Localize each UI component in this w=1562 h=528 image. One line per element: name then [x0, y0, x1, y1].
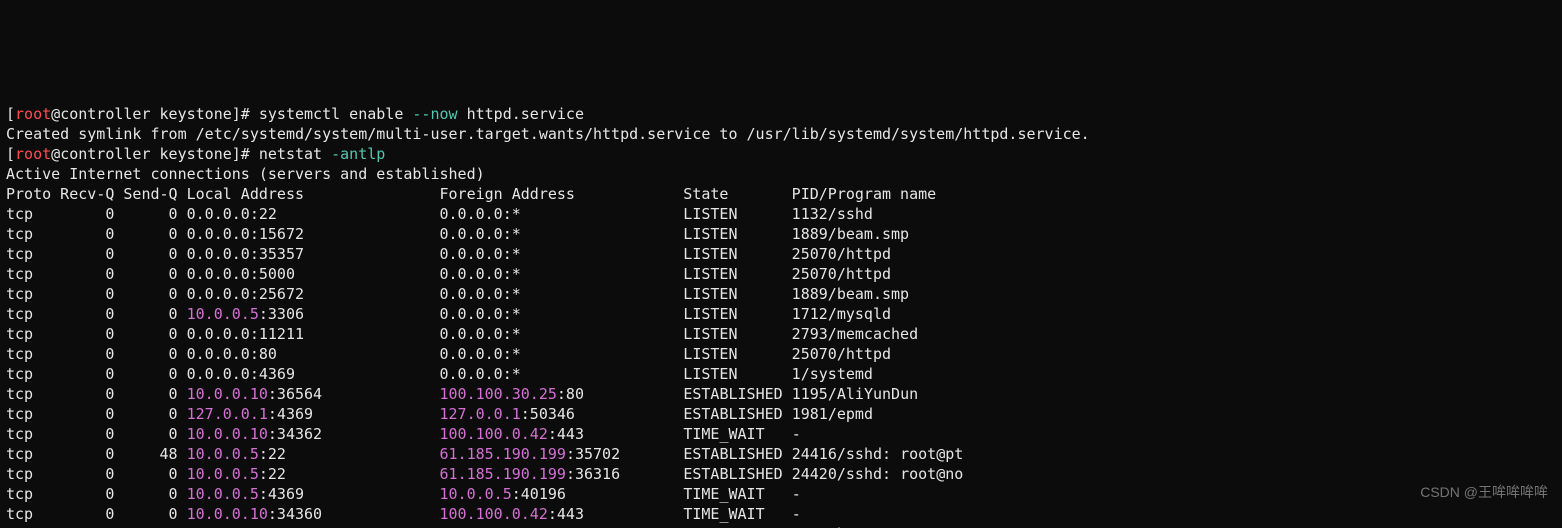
netstat-row: tcp 0 0 10.0.0.5:4369 10.0.0.5:40196 TIM…: [6, 485, 801, 503]
netstat-row: tcp 0 48 10.0.0.5:22 61.185.190.199:3570…: [6, 445, 963, 463]
command-flag-antlp: -antlp: [331, 145, 385, 163]
netstat-row: tcp 0 0 10.0.0.10:34362 100.100.0.42:443…: [6, 425, 801, 443]
netstat-row: tcp 0 0 0.0.0.0:11211 0.0.0.0:* LISTEN 2…: [6, 325, 918, 343]
prompt-host: controller: [60, 145, 150, 163]
terminal[interactable]: [root@controller keystone]# systemctl en…: [0, 100, 1562, 528]
active-connections-header: Active Internet connections (servers and…: [6, 165, 485, 183]
prompt-user: root: [15, 145, 51, 163]
command-netstat: netstat: [259, 145, 331, 163]
prompt-host: controller: [60, 105, 150, 123]
watermark: CSDN @王哞哞哞哞: [1420, 482, 1548, 502]
prompt: [root@controller keystone]#: [6, 105, 259, 123]
netstat-row: tcp 0 0 0.0.0.0:22 0.0.0.0:* LISTEN 1132…: [6, 205, 873, 223]
netstat-row: tcp 0 0 10.0.0.5:22 61.185.190.199:36316…: [6, 465, 963, 483]
netstat-row: tcp 0 0 0.0.0.0:4369 0.0.0.0:* LISTEN 1/…: [6, 365, 873, 383]
netstat-row: tcp 0 0 10.0.0.5:3306 0.0.0.0:* LISTEN 1…: [6, 305, 891, 323]
netstat-row: tcp 0 0 0.0.0.0:5000 0.0.0.0:* LISTEN 25…: [6, 265, 891, 283]
prompt: [root@controller keystone]#: [6, 145, 259, 163]
prompt-user: root: [15, 105, 51, 123]
netstat-row: tcp 0 0 127.0.0.1:50346 127.0.0.1:4369 E…: [6, 525, 909, 528]
netstat-row: tcp 0 0 0.0.0.0:25672 0.0.0.0:* LISTEN 1…: [6, 285, 909, 303]
symlink-output: Created symlink from /etc/systemd/system…: [6, 125, 1090, 143]
netstat-row: tcp 0 0 0.0.0.0:35357 0.0.0.0:* LISTEN 2…: [6, 245, 891, 263]
prompt-dir: keystone: [160, 105, 232, 123]
command-service: httpd.service: [458, 105, 584, 123]
command-flag-now: --now: [412, 105, 457, 123]
command-systemctl: systemctl enable: [259, 105, 413, 123]
netstat-row: tcp 0 0 0.0.0.0:15672 0.0.0.0:* LISTEN 1…: [6, 225, 909, 243]
netstat-row: tcp 0 0 0.0.0.0:80 0.0.0.0:* LISTEN 2507…: [6, 345, 891, 363]
netstat-row: tcp 0 0 127.0.0.1:4369 127.0.0.1:50346 E…: [6, 405, 873, 423]
prompt-dir: keystone: [160, 145, 232, 163]
netstat-header: Proto Recv-Q Send-Q Local Address Foreig…: [6, 185, 936, 203]
netstat-row: tcp 0 0 10.0.0.10:36564 100.100.30.25:80…: [6, 385, 918, 403]
